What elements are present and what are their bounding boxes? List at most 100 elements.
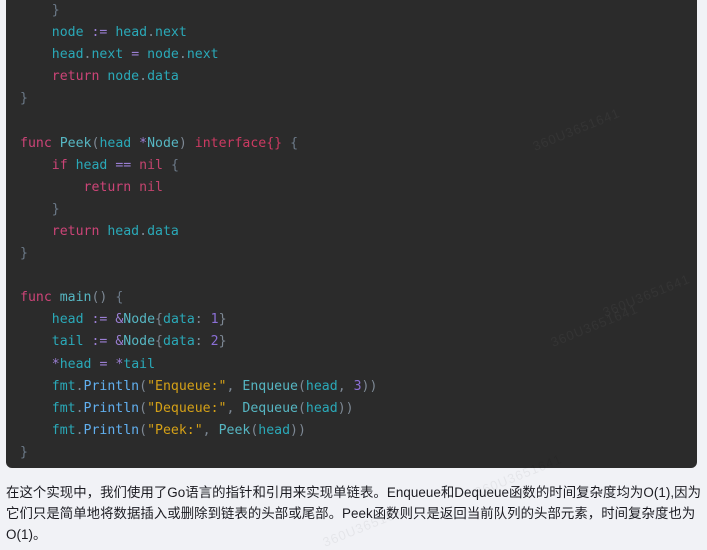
code-token: .: [75, 378, 84, 394]
code-token: (: [139, 400, 148, 416]
code-token: tail: [123, 356, 156, 372]
code-token: head: [51, 312, 84, 328]
code-token: Peek: [59, 135, 92, 151]
code-token: Node: [123, 312, 156, 328]
code-token: data: [163, 334, 195, 350]
code-token: 1: [210, 312, 219, 328]
code-line: }: [20, 442, 683, 464]
code-token: data: [147, 69, 179, 85]
code-token: tail: [51, 334, 84, 350]
code-token: :=: [91, 25, 108, 41]
code-line: tail := &Node{data: 2}: [20, 331, 683, 353]
code-token: head: [59, 356, 92, 372]
code-line: }: [20, 243, 683, 265]
code-token: Peek: [218, 422, 251, 438]
code-block[interactable]: } node := head.next head.next = node.nex…: [6, 0, 697, 468]
code-token: (: [297, 400, 306, 416]
code-token: fmt: [51, 422, 76, 438]
code-token: Node: [147, 135, 179, 151]
code-scroll-area[interactable]: } node := head.next head.next = node.nex…: [6, 0, 697, 464]
code-token: (: [139, 422, 148, 438]
code-token: if: [51, 157, 68, 173]
code-line: return nil: [20, 177, 683, 199]
code-line: func Peek(head *Node) interface{} {: [20, 133, 683, 155]
code-token: Println: [83, 400, 140, 416]
code-line: if head == nil {: [20, 155, 683, 177]
code-line: *head = *tail: [20, 354, 683, 376]
code-content: } node := head.next head.next = node.nex…: [20, 0, 683, 464]
code-token: (: [297, 378, 306, 394]
code-line: func main() {: [20, 287, 683, 309]
code-token: ,: [202, 422, 211, 438]
code-token: fmt: [51, 400, 76, 416]
code-line: }: [20, 0, 683, 22]
code-token: .: [178, 47, 187, 63]
code-token: :: [194, 312, 203, 328]
page-root: } node := head.next head.next = node.nex…: [0, 0, 707, 550]
code-token: )): [361, 378, 378, 394]
code-token: fmt: [51, 378, 76, 394]
code-token: :: [194, 334, 203, 350]
code-token: Println: [83, 422, 140, 438]
code-token: (): [91, 290, 108, 306]
code-token: }: [20, 91, 28, 107]
code-token: func: [20, 135, 52, 151]
code-line: fmt.Println("Enqueue:", Enqueue(head, 3)…: [20, 376, 683, 398]
code-token: head: [107, 223, 140, 239]
code-token: {: [155, 334, 163, 350]
code-token: head: [75, 157, 108, 173]
code-token: node: [147, 47, 179, 63]
code-token: return: [51, 223, 100, 239]
code-token: node: [107, 69, 140, 85]
code-token: .: [139, 69, 148, 85]
explanation-paragraph: 在这个实现中，我们使用了Go语言的指针和引用来实现单链表。Enqueue和Deq…: [6, 485, 702, 543]
code-token: .: [139, 223, 148, 239]
code-token: head: [258, 422, 291, 438]
code-token: node: [51, 25, 84, 41]
code-token: *: [51, 356, 60, 372]
code-token: nil: [139, 179, 163, 195]
code-token: ): [178, 135, 187, 151]
code-line: }: [20, 88, 683, 110]
code-token: }: [218, 312, 227, 328]
code-token: data: [163, 312, 195, 328]
code-token: interface{}: [194, 135, 283, 151]
code-token: next: [186, 47, 219, 63]
code-token: :=: [91, 312, 108, 328]
code-token: next: [91, 47, 124, 63]
code-token: "Enqueue:": [147, 378, 227, 394]
code-token: :=: [91, 334, 108, 350]
code-token: head: [305, 378, 338, 394]
code-token: }: [51, 201, 60, 217]
code-token: }: [20, 246, 28, 262]
code-token: head: [305, 400, 338, 416]
code-line: return head.data: [20, 221, 683, 243]
code-token: .: [75, 400, 84, 416]
code-token: nil: [139, 157, 163, 173]
code-token: *: [139, 135, 148, 151]
code-line: fmt.Println("Dequeue:", Dequeue(head)): [20, 398, 683, 420]
code-token: return: [51, 69, 100, 85]
code-token: func: [20, 290, 52, 306]
code-token: next: [155, 25, 187, 41]
